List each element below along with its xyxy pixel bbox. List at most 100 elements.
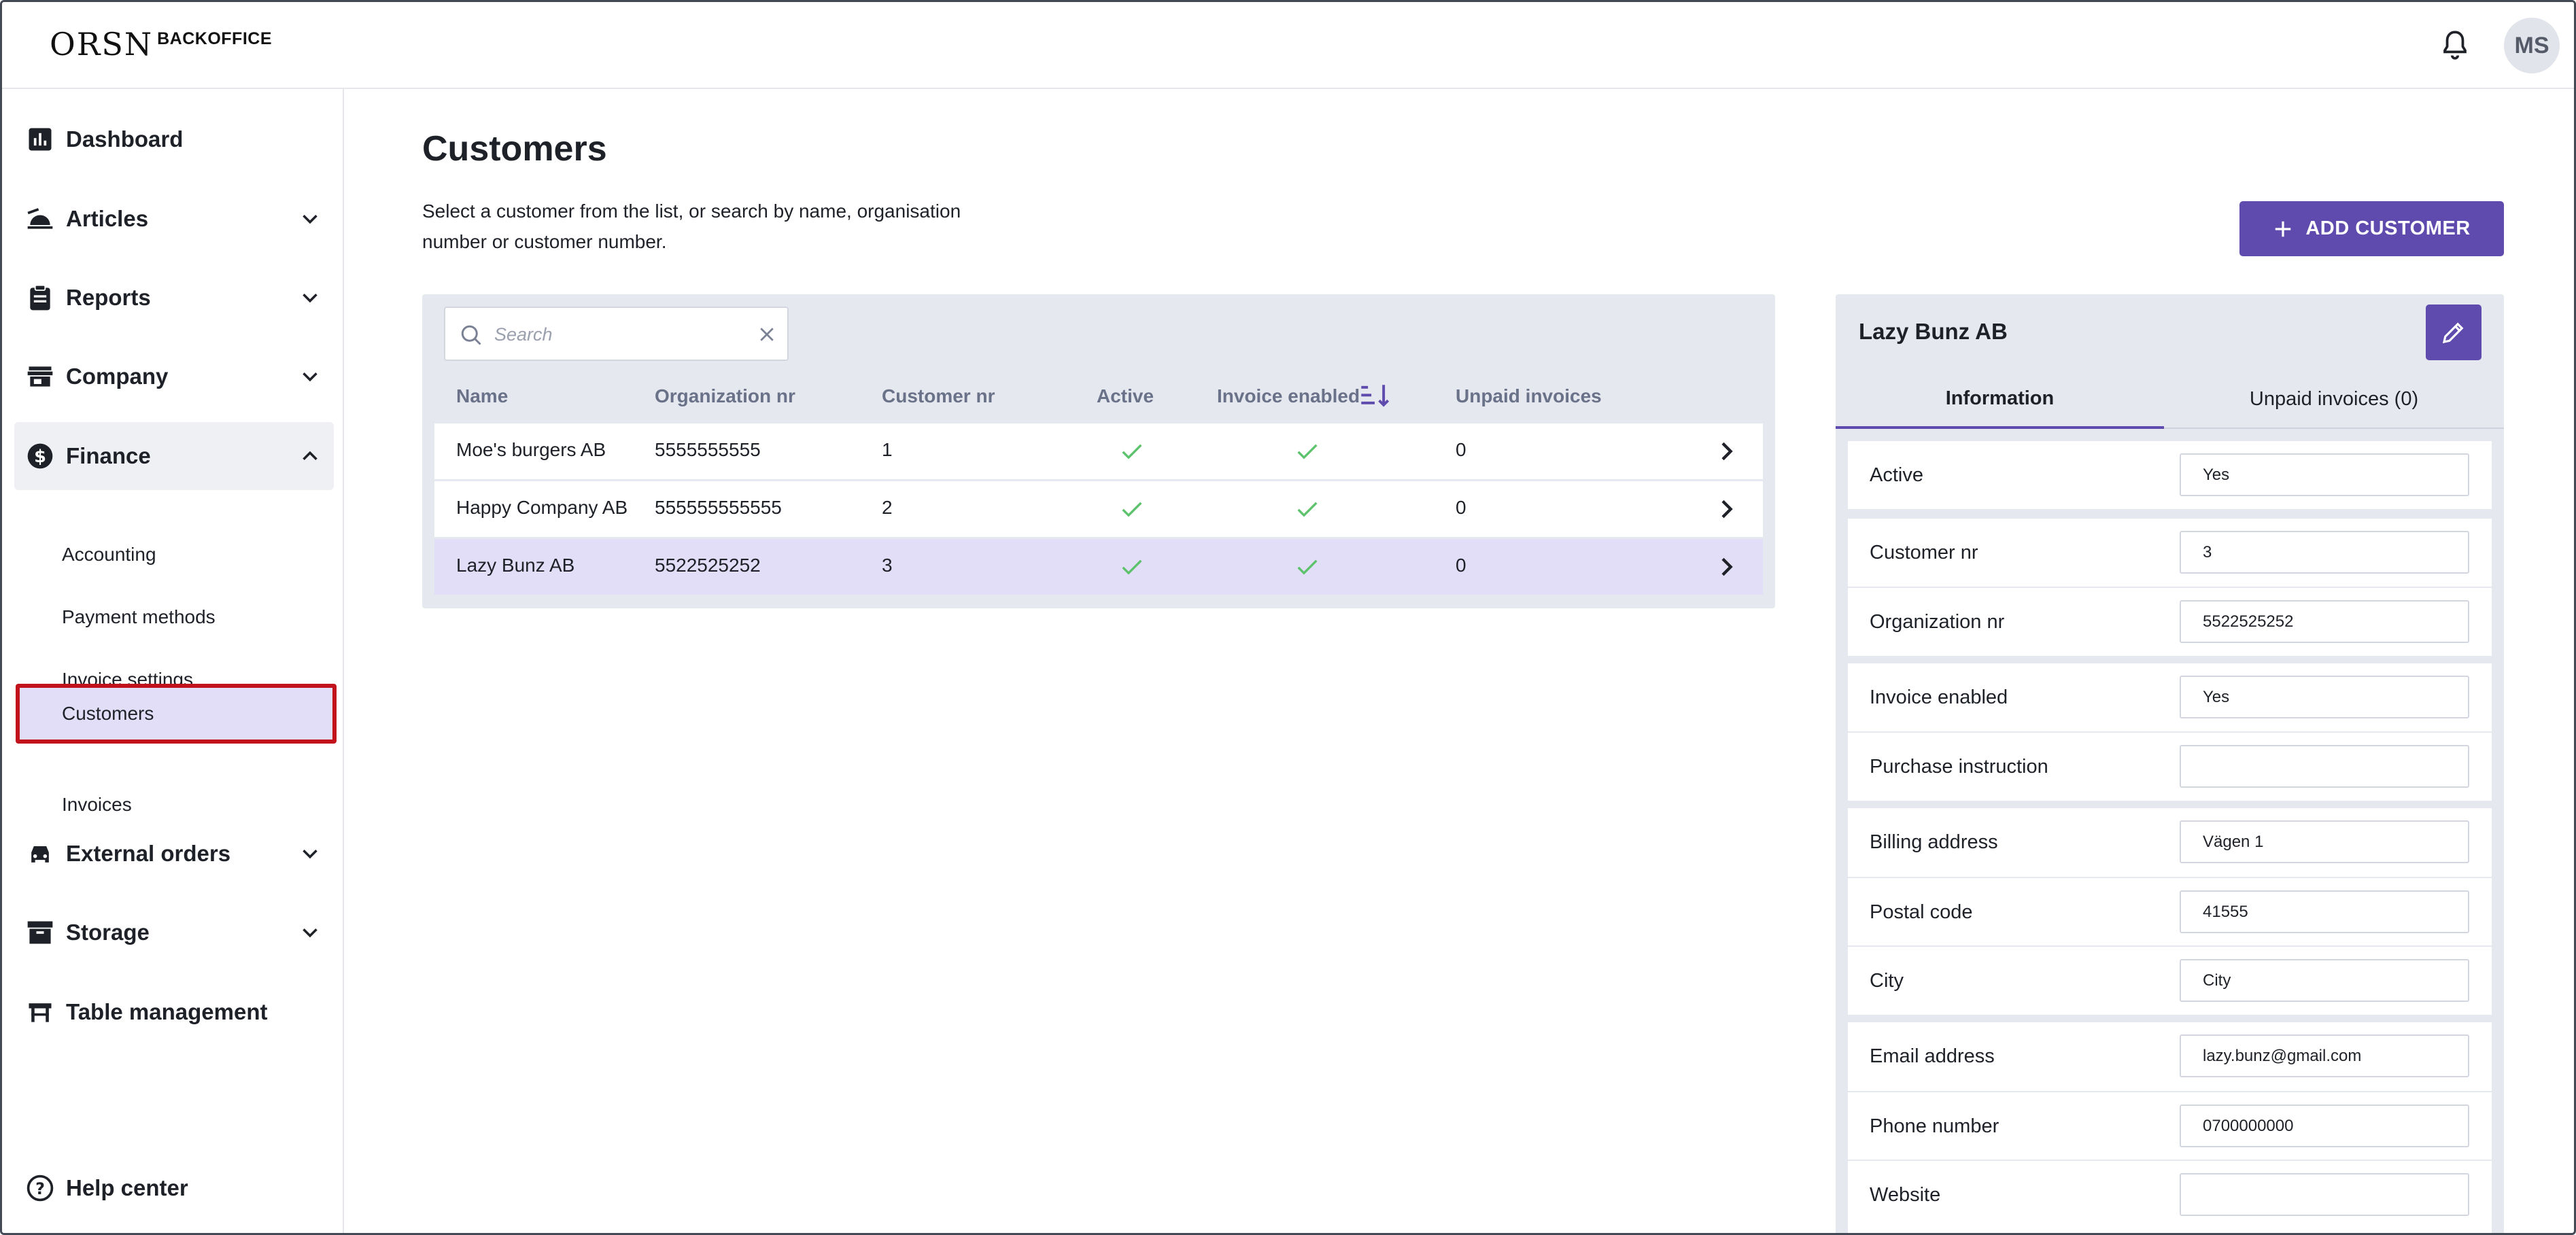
billing-address-field[interactable]: Vägen 1 bbox=[2180, 820, 2469, 863]
storage-icon bbox=[27, 921, 53, 944]
field-label: Purchase instruction bbox=[1870, 756, 2048, 778]
table-row[interactable]: Moe's burgers AB 5555555555 1 0 bbox=[434, 423, 1763, 479]
chevron-right-icon[interactable] bbox=[1713, 553, 1740, 580]
sidebar-item-company[interactable]: Company bbox=[14, 343, 334, 411]
chevron-right-icon[interactable] bbox=[1713, 495, 1740, 523]
active-field[interactable]: Yes bbox=[2180, 453, 2469, 496]
sidebar-sub-accounting[interactable]: Accounting bbox=[16, 527, 337, 582]
chevron-down-icon bbox=[303, 215, 317, 224]
table-row[interactable]: Happy Company AB 555555555555 2 0 bbox=[434, 481, 1763, 537]
finance-icon: $ bbox=[27, 443, 53, 469]
field-group-address: Billing address Vägen 1 Postal code 4155… bbox=[1848, 808, 2492, 1015]
field-row-customer-nr: Customer nr 3 bbox=[1848, 519, 2492, 587]
phone-field[interactable]: 0700000000 bbox=[2180, 1104, 2469, 1147]
clear-icon[interactable] bbox=[757, 324, 777, 345]
cell-customer-nr: 2 bbox=[882, 497, 893, 518]
column-header-organization-nr[interactable]: Organization nr bbox=[655, 385, 795, 407]
chevron-right-icon[interactable] bbox=[1713, 438, 1740, 465]
city-field[interactable]: City bbox=[2180, 959, 2469, 1002]
website-field[interactable] bbox=[2180, 1173, 2469, 1216]
sidebar-item-label: Reports bbox=[66, 285, 151, 310]
table-management-icon bbox=[29, 1003, 52, 1022]
avatar[interactable]: MS bbox=[2504, 18, 2560, 73]
logo-text: BACKOFFICE bbox=[157, 29, 272, 48]
external-orders-icon bbox=[31, 846, 49, 863]
customers-table-panel: Name Organization nr Customer nr Active … bbox=[422, 294, 1775, 608]
field-label: Postal code bbox=[1870, 901, 1973, 923]
sidebar-item-label: Help center bbox=[66, 1175, 188, 1200]
field-row-phone: Phone number 0700000000 bbox=[1848, 1091, 2492, 1159]
column-header-name[interactable]: Name bbox=[456, 385, 508, 407]
add-customer-label: ADD CUSTOMER bbox=[2305, 218, 2471, 239]
cell-unpaid-invoices: 0 bbox=[1456, 439, 1466, 460]
help-icon: ? bbox=[27, 1175, 54, 1202]
sidebar-sub-customers[interactable]: Customers bbox=[16, 684, 337, 744]
plus-icon bbox=[2276, 221, 2291, 237]
tab-information[interactable]: Information bbox=[1836, 370, 2164, 429]
sort-icon[interactable] bbox=[1359, 381, 1390, 408]
sidebar-item-external-orders[interactable]: External orders bbox=[14, 820, 334, 888]
cell-unpaid-invoices: 0 bbox=[1456, 497, 1466, 518]
cell-customer-nr: 1 bbox=[882, 439, 893, 460]
search-icon bbox=[461, 325, 481, 345]
chevron-down-icon bbox=[303, 850, 317, 859]
search-input[interactable] bbox=[494, 320, 746, 349]
table-header: Name Organization nr Customer nr Active … bbox=[434, 376, 1763, 417]
field-row-invoice-enabled: Invoice enabled Yes bbox=[1848, 663, 2492, 731]
check-icon bbox=[1297, 444, 1318, 459]
customer-nr-field[interactable]: 3 bbox=[2180, 531, 2469, 574]
sidebar-item-storage[interactable]: Storage bbox=[14, 899, 334, 967]
cell-organization-nr: 5522525252 bbox=[655, 555, 761, 576]
page-description: Select a customer from the list, or sear… bbox=[422, 201, 961, 252]
add-customer-button[interactable]: ADD CUSTOMER bbox=[2239, 201, 2504, 256]
cell-customer-nr: 3 bbox=[882, 555, 893, 576]
sidebar-item-table-management[interactable]: Table management bbox=[14, 978, 334, 1046]
column-header-active[interactable]: Active bbox=[1097, 385, 1154, 407]
sidebar-item-dashboard[interactable]: Dashboard bbox=[14, 105, 334, 173]
edit-customer-button[interactable] bbox=[2426, 305, 2481, 360]
pencil-icon bbox=[2442, 322, 2464, 344]
sidebar-item-label: Storage bbox=[66, 920, 150, 945]
sidebar-sub-payment-methods[interactable]: Payment methods bbox=[16, 589, 337, 645]
sidebar: Dashboard Articles Reports Company $ Fin… bbox=[2, 89, 344, 1233]
column-header-invoice-enabled[interactable]: Invoice enabled bbox=[1217, 385, 1360, 407]
invoice-enabled-field[interactable]: Yes bbox=[2180, 676, 2469, 718]
sidebar-item-help-center[interactable]: ? Help center bbox=[14, 1154, 334, 1222]
field-row-organization-nr: Organization nr 5522525252 bbox=[1848, 587, 2492, 655]
cell-name: Happy Company AB bbox=[456, 497, 628, 518]
check-icon bbox=[1297, 559, 1318, 575]
column-header-unpaid-invoices[interactable]: Unpaid invoices bbox=[1456, 385, 1602, 407]
sidebar-item-label: External orders bbox=[66, 841, 231, 866]
app-frame: ORSN BACKOFFICE MS Dashboard Articles Re… bbox=[0, 0, 2576, 1235]
cell-name: Moe's burgers AB bbox=[456, 439, 606, 460]
dashboard-icon bbox=[29, 128, 52, 151]
bell-icon[interactable] bbox=[2438, 28, 2472, 62]
cell-organization-nr: 5555555555 bbox=[655, 439, 761, 460]
postal-code-field[interactable]: 41555 bbox=[2180, 890, 2469, 933]
svg-text:$: $ bbox=[34, 447, 46, 467]
email-field[interactable]: lazy.bunz@gmail.com bbox=[2180, 1034, 2469, 1077]
field-group-invoice: Invoice enabled Yes Purchase instruction bbox=[1848, 663, 2492, 801]
table-row-selected[interactable]: Lazy Bunz AB 5522525252 3 0 bbox=[434, 539, 1763, 595]
chevron-down-icon bbox=[303, 294, 317, 303]
logo-mark: ORSN bbox=[50, 26, 154, 63]
field-label: Website bbox=[1870, 1184, 1941, 1206]
field-row-active: Active Yes bbox=[1848, 441, 2492, 509]
check-icon bbox=[1297, 502, 1318, 517]
tab-unpaid-invoices[interactable]: Unpaid invoices (0) bbox=[2164, 370, 2504, 429]
cell-organization-nr: 555555555555 bbox=[655, 497, 782, 518]
field-label: Phone number bbox=[1870, 1115, 1999, 1137]
field-row-city: City City bbox=[1848, 945, 2492, 1013]
field-label: Customer nr bbox=[1870, 542, 1978, 563]
field-group-contact: Email address lazy.bunz@gmail.com Phone … bbox=[1848, 1022, 2492, 1233]
sidebar-item-reports[interactable]: Reports bbox=[14, 264, 334, 332]
sidebar-item-label: Company bbox=[66, 364, 169, 389]
customer-detail-panel: Lazy Bunz AB Information Unpaid invoices… bbox=[1836, 294, 2504, 1233]
sidebar-item-articles[interactable]: Articles bbox=[14, 185, 334, 253]
column-header-customer-nr[interactable]: Customer nr bbox=[882, 385, 995, 407]
purchase-instruction-field[interactable] bbox=[2180, 745, 2469, 788]
sidebar-sub-label: Payment methods bbox=[62, 606, 216, 627]
sidebar-item-finance[interactable]: $ Finance bbox=[14, 422, 334, 490]
logo[interactable]: ORSN BACKOFFICE bbox=[50, 27, 272, 62]
organization-nr-field[interactable]: 5522525252 bbox=[2180, 600, 2469, 643]
